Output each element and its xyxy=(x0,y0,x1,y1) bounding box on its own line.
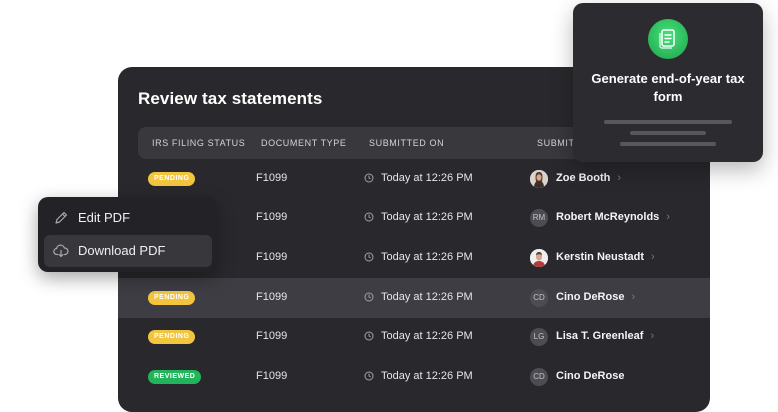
submitted-on: Today at 12:26 PM xyxy=(381,251,473,263)
submitted-on: Today at 12:26 PM xyxy=(381,172,473,184)
avatar: LG xyxy=(530,328,548,346)
submitted-on: Today at 12:26 PM xyxy=(381,211,473,223)
submitter-name[interactable]: Kerstin Neustadt › xyxy=(556,251,655,263)
document-type: F1099 xyxy=(256,211,288,223)
avatar: CD xyxy=(530,289,548,307)
submitter-name[interactable]: Robert McReynolds › xyxy=(556,211,670,223)
menu-item-download-pdf[interactable]: Download PDF xyxy=(44,235,212,267)
status-badge: REVIEWED xyxy=(148,370,202,384)
document-type: F1099 xyxy=(256,172,288,184)
submitted-on: Today at 12:26 PM xyxy=(381,330,473,342)
document-type: F1099 xyxy=(256,291,288,303)
submitter-name[interactable]: Cino DeRose › xyxy=(556,291,635,303)
menu-item-edit-pdf[interactable]: Edit PDF xyxy=(44,202,212,234)
chevron-right-icon: › xyxy=(650,330,655,342)
pencil-icon xyxy=(55,211,68,224)
row-context-menu: Edit PDF Download PDF xyxy=(38,197,216,272)
panel-title: Review tax statements xyxy=(138,89,323,108)
document-type: F1099 xyxy=(256,330,288,342)
clock-icon xyxy=(364,212,374,222)
document-type: F1099 xyxy=(256,251,288,263)
submitter-name[interactable]: Zoe Booth › xyxy=(556,172,621,184)
generate-tax-form-card[interactable]: Generate end-of-year tax form xyxy=(573,3,763,162)
avatar: RM xyxy=(530,209,548,227)
clock-icon xyxy=(364,292,374,302)
chevron-right-icon: › xyxy=(631,291,636,303)
clock-icon xyxy=(364,252,374,262)
column-header-submitted-by[interactable]: SUBMIT xyxy=(537,138,575,148)
clock-icon xyxy=(364,331,374,341)
submitted-on: Today at 12:26 PM xyxy=(381,370,473,382)
submitted-on: Today at 12:26 PM xyxy=(381,291,473,303)
submitter-name[interactable]: Cino DeRose xyxy=(556,370,624,382)
card-title: Generate end-of-year tax form xyxy=(591,71,745,104)
table-row[interactable]: PENDING F1099 Today at 12:26 PM Zoe Boot… xyxy=(118,159,710,199)
avatar xyxy=(530,170,548,188)
status-badge: PENDING xyxy=(148,172,196,186)
table-row[interactable]: PENDING F1099 Today at 12:26 PM LG Lisa … xyxy=(118,317,710,357)
column-header-submitted-on[interactable]: SUBMITTED ON xyxy=(369,138,444,148)
table-row[interactable]: REVIEWED F1099 Today at 12:26 PM CD Cino… xyxy=(118,357,710,397)
menu-item-label: Edit PDF xyxy=(78,210,131,225)
cloud-download-icon xyxy=(53,244,69,258)
column-header-document-type[interactable]: DOCUMENT TYPE xyxy=(261,138,346,148)
chevron-right-icon: › xyxy=(666,211,670,223)
avatar xyxy=(530,249,548,267)
column-header-irs-filing-status[interactable]: IRS FILING STATUS xyxy=(152,138,245,148)
document-type: F1099 xyxy=(256,370,288,382)
chevron-right-icon: › xyxy=(617,172,622,184)
avatar: CD xyxy=(530,368,548,386)
clock-icon xyxy=(364,173,374,183)
chevron-right-icon: › xyxy=(651,251,655,263)
placeholder-line xyxy=(604,120,732,124)
clock-icon xyxy=(364,371,374,381)
table-row[interactable]: PENDING F1099 Today at 12:26 PM CD Cino … xyxy=(118,278,710,318)
submitter-name[interactable]: Lisa T. Greenleaf › xyxy=(556,330,654,342)
status-badge: PENDING xyxy=(148,291,196,305)
placeholder-line xyxy=(630,131,706,135)
document-icon xyxy=(648,19,688,59)
status-badge: PENDING xyxy=(148,330,196,344)
placeholder-line xyxy=(620,142,716,146)
menu-item-label: Download PDF xyxy=(78,243,166,258)
